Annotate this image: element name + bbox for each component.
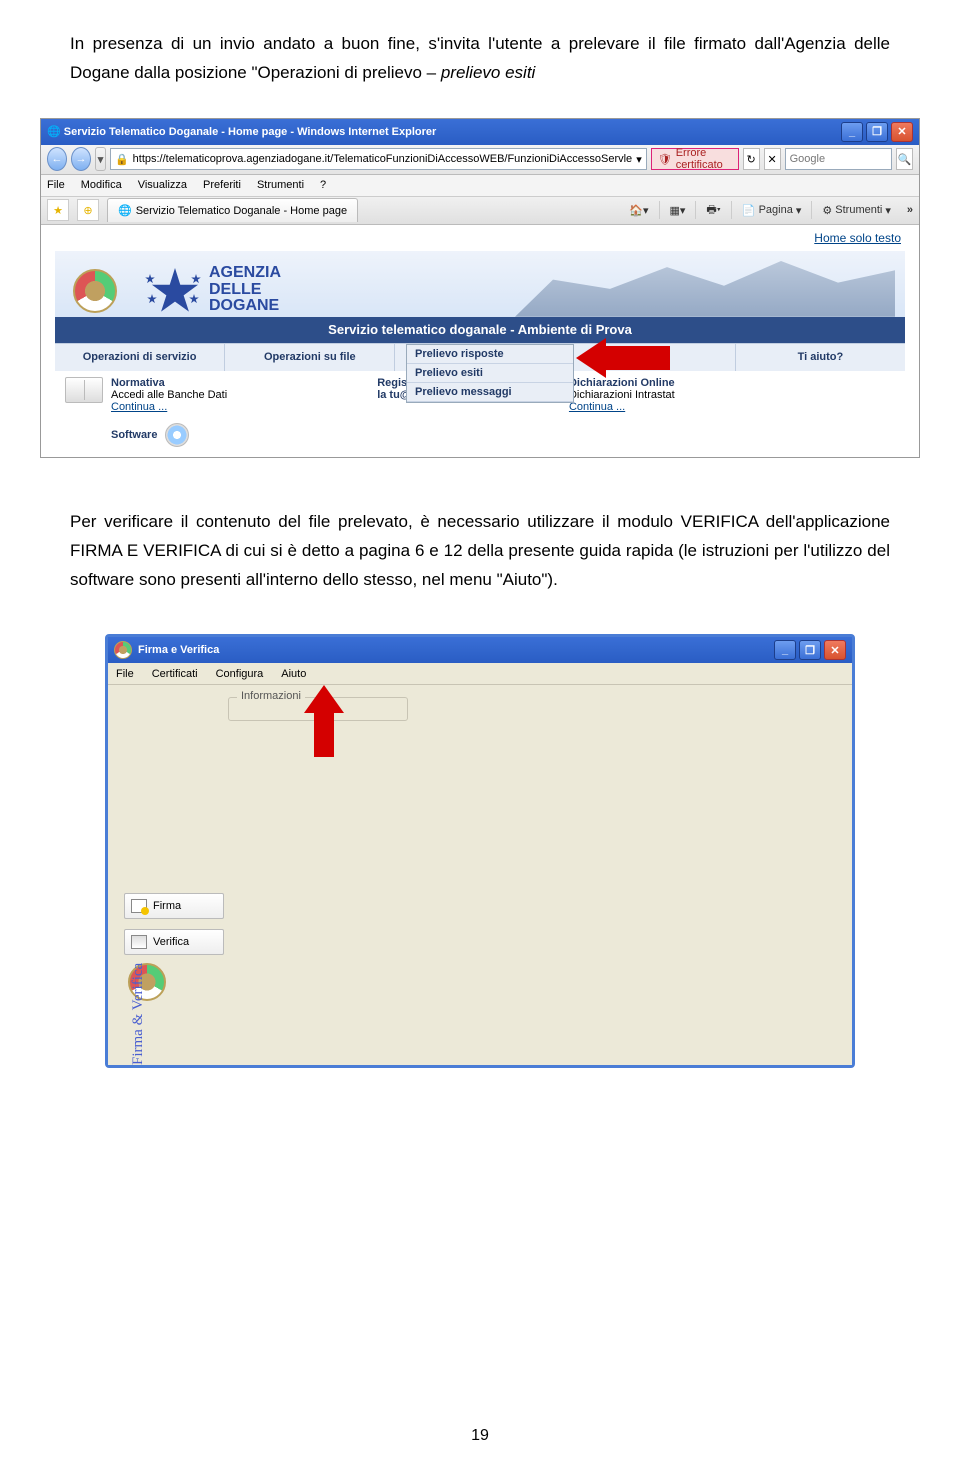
verifica-button[interactable]: Verifica [124, 929, 224, 955]
app-menu-configura[interactable]: Configura [216, 668, 264, 680]
italy-emblem-icon [73, 269, 117, 313]
app-maximize-button[interactable]: ❐ [799, 640, 821, 660]
firma-label: Firma [153, 900, 181, 912]
app-title: Firma e Verifica [138, 644, 219, 656]
continua-link-1[interactable]: Continua ... [111, 401, 167, 413]
top-right-links: Home solo testo [41, 225, 919, 245]
normativa-title: Normativa [111, 377, 165, 389]
firma-button[interactable]: Firma [124, 893, 224, 919]
tab-title: Servizio Telematico Doganale - Home page [136, 205, 347, 217]
verify-icon [131, 935, 147, 949]
menu-file[interactable]: File [47, 179, 65, 191]
software-label: Software [111, 429, 157, 441]
continua-link-2[interactable]: Continua ... [569, 401, 625, 413]
red-arrow-icon-2 [278, 685, 362, 735]
app-minimize-button[interactable]: _ [774, 640, 796, 660]
search-go-button[interactable]: 🔍 [896, 148, 913, 170]
side-buttons: Firma Verifica [124, 893, 224, 955]
search-placeholder: Google [790, 153, 825, 165]
window-titlebar: 🌐 Servizio Telematico Doganale - Home pa… [41, 119, 919, 145]
normativa-sub: Accedi alle Banche Dati [111, 389, 227, 401]
app-emblem-icon [114, 641, 132, 659]
sign-icon [131, 899, 147, 913]
app-close-button[interactable]: ✕ [824, 640, 846, 660]
command-bar: 🏠▾ ▦▾ 🖶▾ 📄 Pagina ▾ ⚙ Strumenti ▾ » [629, 201, 913, 220]
browser-menubar: File Modifica Visualizza Preferiti Strum… [41, 175, 919, 197]
menu-modifica[interactable]: Modifica [81, 179, 122, 191]
agency-line3: DOGANE [209, 298, 281, 315]
second-paragraph: Per verificare il contenuto del file pre… [0, 458, 960, 605]
certificate-error[interactable]: 🛡 Errore certificato [651, 148, 739, 170]
window-title: Servizio Telematico Doganale - Home page… [64, 126, 437, 138]
intro-paragraph: In presenza di un invio andato a buon fi… [0, 0, 960, 98]
intro-text-b: prelievo esiti [441, 63, 536, 82]
back-button[interactable]: ← [47, 147, 67, 171]
url-dropdown-icon[interactable]: ▾ [636, 153, 642, 166]
page-number: 19 [0, 1427, 960, 1445]
url-box[interactable]: 🔒 https://telematicoprova.agenziadogane.… [110, 148, 647, 170]
forward-button[interactable]: → [71, 147, 91, 171]
browser-tab[interactable]: 🌐 Servizio Telematico Doganale - Home pa… [107, 198, 358, 222]
disc-icon [165, 423, 189, 447]
red-arrow-icon [576, 338, 670, 378]
stop-button[interactable]: ✕ [764, 148, 781, 170]
app-titlebar: Firma e Verifica _ ❐ ✕ [108, 637, 852, 663]
lock-icon: 🔒 [115, 153, 129, 166]
favorites-button[interactable]: ★ [47, 199, 69, 221]
maximize-button[interactable]: ❐ [866, 122, 888, 142]
app-menu-file[interactable]: File [116, 668, 134, 680]
browser-tabbar: ★ ⊕ 🌐 Servizio Telematico Doganale - Hom… [41, 197, 919, 225]
url-text: https://telematicoprova.agenziadogane.it… [133, 153, 633, 165]
agency-line1: AGENZIA [209, 265, 281, 282]
home-button[interactable]: 🏠▾ [629, 204, 648, 217]
minimize-button[interactable]: _ [841, 122, 863, 142]
menu-strumenti[interactable]: Strumenti [257, 179, 304, 191]
ie-icon: 🌐 [47, 125, 61, 138]
dich-sub: Dichiarazioni Intrastat [569, 389, 675, 401]
app-menubar: File Certificati Configura Aiuto [108, 663, 852, 685]
print-button[interactable]: 🖶▾ [706, 201, 720, 220]
dropdown-messaggi[interactable]: Prelievo messaggi [407, 383, 573, 402]
browser-screenshot: 🌐 Servizio Telematico Doganale - Home pa… [40, 118, 920, 458]
agency-logo: AGENZIA DELLE DOGANE [145, 265, 281, 315]
tab-favicon: 🌐 [118, 204, 132, 217]
menu-preferiti[interactable]: Preferiti [203, 179, 241, 191]
shield-icon: 🛡 [658, 153, 672, 166]
chevron-icon[interactable]: » [907, 204, 913, 216]
verifica-label: Verifica [153, 936, 189, 948]
firma-verifica-screenshot: Firma e Verifica _ ❐ ✕ File Certificati … [105, 634, 855, 1068]
dich-title: Dichiarazioni Online [569, 377, 675, 389]
search-box[interactable]: Google [785, 148, 892, 170]
dropdown-risposte[interactable]: Prelievo risposte [407, 345, 573, 364]
app-body: Informazioni Firma Verifica Firma & Veri… [108, 685, 852, 1065]
page-content: Home solo testo AGENZIA DELLE DOGANE [41, 225, 919, 457]
cert-error-label: Errore certificato [676, 147, 732, 171]
close-button[interactable]: ✕ [891, 122, 913, 142]
add-favorites-button[interactable]: ⊕ [77, 199, 99, 221]
dropdown-esiti[interactable]: Prelievo esiti [407, 364, 573, 383]
menu-visualizza[interactable]: Visualizza [138, 179, 187, 191]
prelievo-dropdown: Prelievo risposte Prelievo esiti Preliev… [406, 344, 574, 403]
vertical-title: Firma & Verifica [130, 963, 147, 1065]
menu-help[interactable]: ? [320, 179, 326, 191]
nav-operazioni-file[interactable]: Operazioni su file [225, 343, 395, 371]
nav-dropdown[interactable]: ▾ [95, 147, 106, 171]
book-icon [65, 377, 103, 403]
nav-ti-aiuto[interactable]: Ti aiuto? [736, 343, 905, 371]
app-menu-certificati[interactable]: Certificati [152, 668, 198, 680]
address-bar-row: ← → ▾ 🔒 https://telematicoprova.agenziad… [41, 145, 919, 175]
app-menu-aiuto[interactable]: Aiuto [281, 668, 306, 680]
sub-header: Servizio telematico doganale - Ambiente … [55, 317, 905, 343]
home-solo-testo-link[interactable]: Home solo testo [814, 231, 901, 245]
feeds-button[interactable]: ▦▾ [670, 204, 686, 217]
nav-operazioni-servizio[interactable]: Operazioni di servizio [55, 343, 225, 371]
tools-menu[interactable]: ⚙ Strumenti ▾ [822, 204, 890, 217]
page-menu[interactable]: 📄 Pagina ▾ [742, 204, 802, 217]
refresh-button[interactable]: ↻ [743, 148, 760, 170]
agency-line2: DELLE [209, 282, 281, 299]
